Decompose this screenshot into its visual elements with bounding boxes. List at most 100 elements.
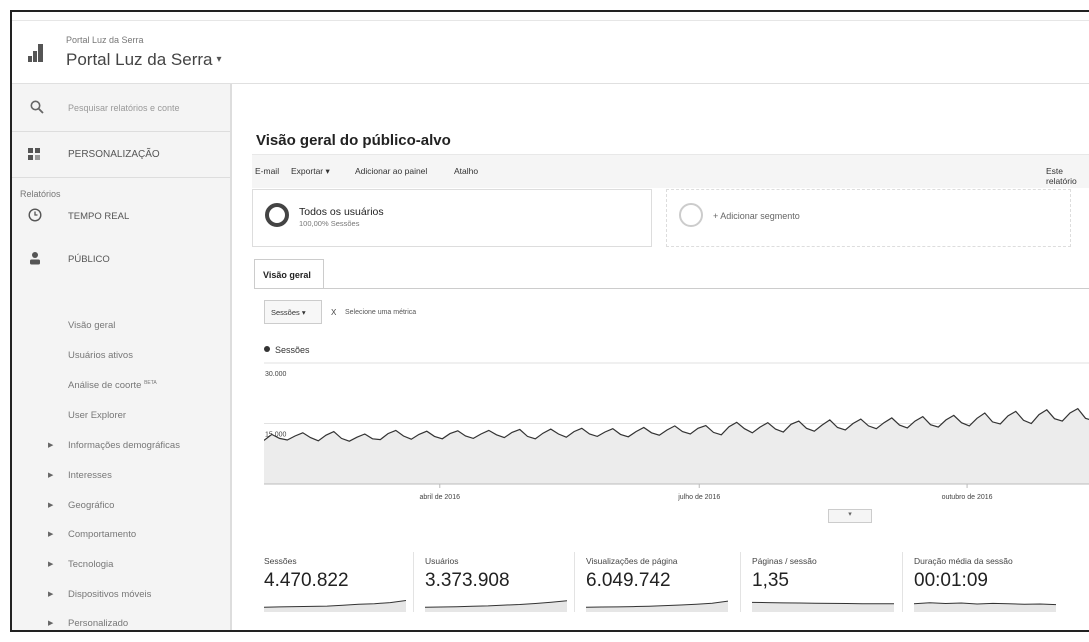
- shortcut-button[interactable]: Atalho: [454, 166, 478, 176]
- sidebar-item-label: TEMPO REAL: [68, 211, 130, 222]
- report-content: Visão geral do público-alvo E-mail Expor…: [234, 84, 1089, 630]
- sidebar-item-audience[interactable]: PÚBLICO: [12, 249, 232, 271]
- segment-name: Todos os usuários: [299, 206, 384, 218]
- add-segment-button[interactable]: + Adicionar segmento: [666, 189, 1071, 247]
- stat-label: Páginas / sessão: [752, 556, 817, 566]
- sidebar-item-demographics[interactable]: ▶ Informações demográficas: [12, 439, 232, 457]
- sidebar-item-realtime[interactable]: TEMPO REAL: [12, 206, 232, 228]
- clock-icon: [28, 208, 42, 225]
- chevron-down-icon[interactable]: ▾: [828, 509, 872, 523]
- account-breadcrumb[interactable]: Portal Luz da Serra: [66, 35, 144, 45]
- person-icon: [28, 251, 42, 268]
- sidebar-item-label: PÚBLICO: [68, 254, 110, 265]
- stat-value: 1,35: [752, 570, 789, 591]
- sidebar-subitem-active-users[interactable]: Usuários ativos: [68, 350, 133, 361]
- email-button[interactable]: E-mail: [255, 166, 279, 176]
- sidebar-item-technology[interactable]: ▶ Tecnologia: [12, 558, 232, 576]
- chevron-down-icon: ▾: [216, 54, 222, 65]
- segment-ring-icon: [679, 203, 703, 227]
- sidebar-subitem-user-explorer[interactable]: User Explorer: [68, 410, 126, 421]
- sessions-chart[interactable]: 30.00015.000abril de 2016 julho de 2016 ou…: [264, 359, 1089, 509]
- stat-divider: [740, 552, 741, 612]
- sidebar-item-label: Tecnologia: [68, 559, 114, 570]
- sidebar-subitem-cohort[interactable]: Análise de coorte BETA: [68, 380, 157, 391]
- caret-right-icon: ▶: [48, 472, 54, 479]
- add-to-dashboard-button[interactable]: Adicionar ao painel: [355, 166, 427, 176]
- tab-overview[interactable]: Visão geral: [254, 259, 324, 289]
- sidebar-item-label: Interesses: [68, 470, 112, 481]
- property-name: Portal Luz da Serra: [66, 50, 213, 69]
- sidebar-item-custom[interactable]: ▶ Personalizado: [12, 617, 232, 630]
- caret-right-icon: ▶: [48, 561, 54, 568]
- export-button[interactable]: Exportar ▾: [291, 166, 330, 177]
- stat-value: 6.049.742: [586, 570, 671, 591]
- caret-right-icon: ▶: [48, 620, 54, 627]
- close-icon[interactable]: X: [331, 308, 336, 317]
- chart-legend: Sessões: [264, 345, 310, 355]
- caret-right-icon: ▶: [48, 502, 54, 509]
- sidebar-item-behavior[interactable]: ▶ Comportamento: [12, 528, 232, 546]
- segment-ring-icon: [265, 203, 289, 227]
- legend-label: Sessões: [275, 345, 310, 355]
- x-tick-label: outubro de 2016: [942, 494, 993, 501]
- app-header: Portal Luz da Serra Portal Luz da Serra ▾: [12, 12, 1089, 84]
- sidebar-subitem-overview[interactable]: Visão geral: [68, 320, 115, 331]
- search-icon: [30, 100, 44, 118]
- property-selector[interactable]: Portal Luz da Serra ▾: [66, 50, 222, 70]
- metric-dropdown[interactable]: Sessões ▾: [264, 300, 322, 324]
- reports-section-label: Relatórios: [20, 189, 61, 199]
- sparkline-area: [264, 600, 406, 612]
- caret-right-icon: ▶: [48, 531, 54, 538]
- sidebar-item-customization[interactable]: PERSONALIZAÇÃO: [12, 132, 232, 178]
- report-toolbar: E-mail Exportar ▾ Adicionar ao painel At…: [252, 154, 1089, 188]
- beta-badge: BETA: [144, 380, 157, 386]
- sidebar-item-label: Dispositivos móveis: [68, 589, 152, 600]
- analytics-logo-icon[interactable]: [28, 44, 44, 62]
- stat-divider: [902, 552, 903, 612]
- sidebar: Pesquisar relatórios e conte PERSONALIZA…: [12, 84, 232, 630]
- sparkline: [752, 601, 894, 612]
- analytics-window: Portal Luz da Serra Portal Luz da Serra ▾…: [10, 10, 1089, 632]
- sidebar-item-interests[interactable]: ▶ Interesses: [12, 469, 232, 487]
- sessions-area: [264, 408, 1089, 484]
- stat-label: Visualizações de página: [586, 556, 678, 566]
- search-input[interactable]: Pesquisar relatórios e conte: [68, 103, 180, 113]
- page-title: Visão geral do público-alvo: [256, 132, 451, 149]
- y-tick-label: 30.000: [265, 371, 287, 378]
- sparkline: [264, 600, 406, 612]
- stat-card[interactable]: Sessões 4.470.822: [256, 546, 411, 616]
- sidebar-item-label: Informações demográficas: [68, 440, 180, 451]
- sidebar-item-geo[interactable]: ▶ Geográfico: [12, 499, 232, 517]
- report-options-button[interactable]: Este relatório: [1046, 166, 1089, 186]
- sidebar-subitem-label: Análise de coorte: [68, 380, 142, 392]
- caret-right-icon: ▶: [48, 591, 54, 598]
- legend-dot: [264, 346, 270, 352]
- segment-all-users[interactable]: Todos os usuários 100,00% Sessões: [252, 189, 652, 247]
- sparkline: [425, 600, 567, 612]
- caret-right-icon: ▶: [48, 442, 54, 449]
- header-divider: [12, 20, 1089, 21]
- stat-card[interactable]: Visualizações de página 6.049.742: [578, 546, 733, 616]
- stat-label: Duração média da sessão: [914, 556, 1013, 566]
- stat-value: 3.373.908: [425, 570, 510, 591]
- stat-card[interactable]: Duração média da sessão 00:01:09: [906, 546, 1061, 616]
- sidebar-item-mobile[interactable]: ▶ Dispositivos móveis: [12, 588, 232, 606]
- x-tick-label: abril de 2016: [420, 494, 461, 501]
- sidebar-item-label: PERSONALIZAÇÃO: [68, 149, 160, 160]
- stat-label: Sessões: [264, 556, 297, 566]
- stat-card[interactable]: Páginas / sessão 1,35: [744, 546, 899, 616]
- sidebar-item-label: Personalizado: [68, 618, 129, 629]
- sidebar-item-label: Geográfico: [68, 500, 115, 511]
- stat-value: 4.470.822: [264, 570, 349, 591]
- tab-divider: [254, 288, 1089, 289]
- segment-share: 100,00% Sessões: [299, 219, 360, 228]
- x-tick-label: julho de 2016: [677, 494, 720, 501]
- add-segment-label: + Adicionar segmento: [713, 211, 800, 221]
- stat-card[interactable]: Usuários 3.373.908: [417, 546, 572, 616]
- sidebar-search[interactable]: Pesquisar relatórios e conte: [12, 84, 232, 132]
- sidebar-item-label: Comportamento: [68, 529, 137, 540]
- dashboard-icon: [28, 148, 42, 162]
- stat-label: Usuários: [425, 556, 459, 566]
- stat-value: 00:01:09: [914, 570, 988, 591]
- select-metric-link[interactable]: Selecione uma métrica: [345, 309, 416, 316]
